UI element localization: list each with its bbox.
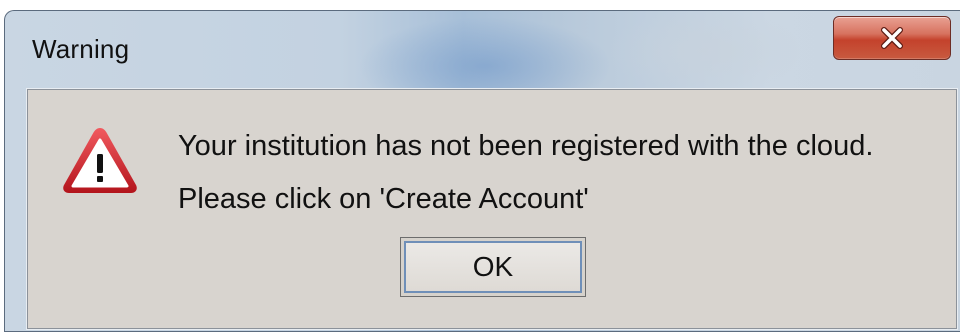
- ok-button[interactable]: OK: [400, 237, 586, 297]
- dialog-titlebar[interactable]: Warning: [5, 11, 960, 79]
- warning-dialog: Warning Your institution has not been re…: [4, 10, 960, 332]
- close-icon: [881, 27, 903, 49]
- ok-button-label: OK: [404, 241, 582, 293]
- close-button[interactable]: [833, 16, 951, 60]
- warning-triangle-icon: [63, 128, 137, 193]
- dialog-content: Your institution has not been registered…: [27, 89, 957, 329]
- message-line-1: Your institution has not been registered…: [178, 130, 874, 162]
- message-line-2: Please click on 'Create Account': [178, 183, 589, 215]
- dialog-title: Warning: [32, 34, 130, 64]
